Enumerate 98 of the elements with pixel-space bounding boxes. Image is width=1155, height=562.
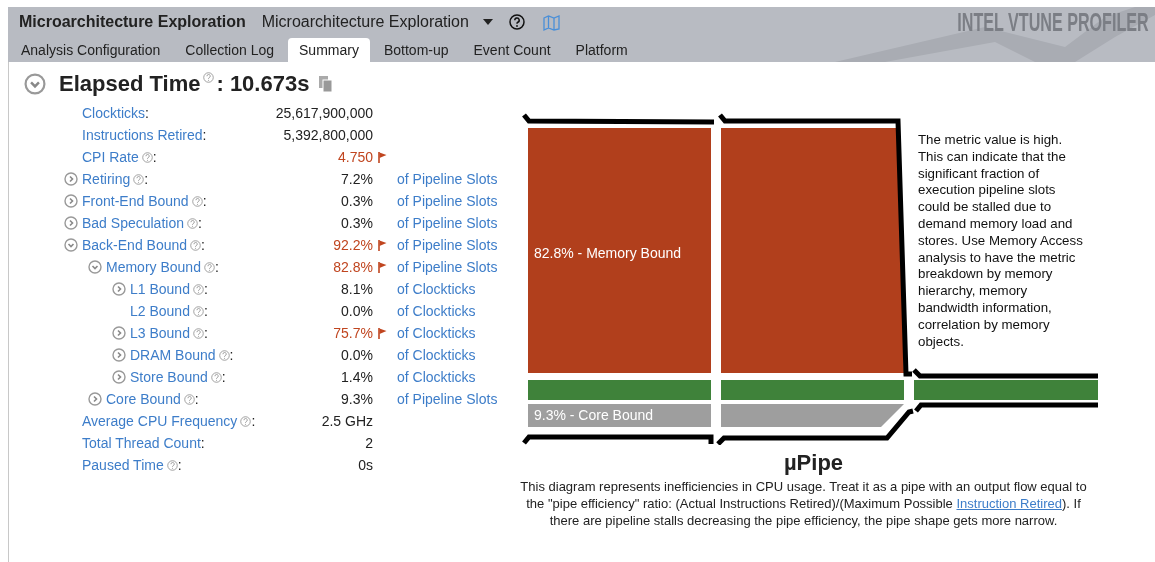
instruction-retired-link[interactable]: Instruction Retired: [956, 496, 1062, 511]
metric-link[interactable]: Core Bound: [106, 391, 181, 407]
metric-link[interactable]: Retiring: [82, 171, 131, 187]
metric-value: 2: [364, 435, 373, 451]
tooltip-text: The metric value is high. This can indicate that the significant fraction of execution pipeline slots could be stalled due to demand memory load and stores. Use Memory Access analysis to have the metric breakdown by memory hierarchy, memory bandwidth information, correlation by memory objects.: [918, 132, 1084, 351]
tab[interactable]: Summary: [288, 38, 370, 62]
metric-value: 75.7%: [332, 325, 373, 341]
colon: :: [152, 149, 157, 165]
metric-link[interactable]: L1 Bound: [130, 281, 190, 297]
metric-value: 1.4%: [340, 369, 373, 385]
tab[interactable]: Event Count: [462, 38, 562, 62]
expand-toggle-icon[interactable]: [112, 348, 126, 362]
expand-toggle-icon[interactable]: [64, 194, 78, 208]
metric-value: 25,617,900,000: [274, 105, 373, 121]
metric-link[interactable]: Clockticks: [82, 105, 145, 121]
metric-link[interactable]: L3 Bound: [130, 325, 190, 341]
colon: :: [201, 237, 205, 253]
colon: :: [200, 435, 205, 451]
metric-link[interactable]: Front-End Bound: [82, 193, 189, 209]
metric-value: 92.2%: [332, 237, 373, 253]
metric-value: 0.0%: [340, 303, 373, 319]
metric-link[interactable]: L2 Bound: [130, 303, 190, 319]
tab[interactable]: Collection Log: [174, 38, 286, 62]
metric-link[interactable]: Instructions Retired: [82, 127, 203, 143]
flag-icon: [378, 327, 387, 339]
metric-value: 2.5 GHz: [320, 413, 373, 429]
colon: :: [221, 369, 226, 385]
colon: :: [251, 413, 256, 429]
metric-link[interactable]: Bad Speculation: [82, 215, 184, 231]
segment-label: 9.3% - Core Bound: [534, 407, 654, 423]
tab[interactable]: Platform: [564, 38, 639, 62]
colon: :: [197, 215, 202, 231]
unit-link[interactable]: of Clockticks: [397, 347, 476, 363]
colon: :: [229, 347, 234, 363]
expand-toggle-icon[interactable]: [64, 216, 78, 230]
unit-link[interactable]: of Pipeline Slots: [397, 171, 498, 187]
unit-link[interactable]: of Clockticks: [397, 325, 476, 341]
colon: :: [203, 303, 208, 319]
flag-icon: [378, 151, 387, 163]
unit-link[interactable]: of Clockticks: [397, 303, 476, 319]
colon: :: [202, 127, 207, 143]
map-icon[interactable]: [542, 13, 560, 31]
metric-link[interactable]: CPI Rate: [82, 149, 139, 165]
metric-value: 9.3%: [340, 391, 373, 407]
colon: :: [203, 325, 208, 341]
expand-toggle-icon[interactable]: [112, 326, 126, 340]
flag-icon: [378, 261, 387, 273]
caret-icon[interactable]: [482, 19, 493, 25]
diagram-title: µPipe: [782, 450, 845, 476]
unit-link[interactable]: of Pipeline Slots: [397, 237, 498, 253]
segment-label: 82.8% - Memory Bound: [534, 245, 682, 261]
metric-link[interactable]: Back-End Bound: [82, 237, 188, 253]
colon: :: [202, 193, 207, 209]
metric-link[interactable]: Paused Time: [82, 457, 164, 473]
metric-value: 0s: [357, 457, 373, 473]
expand-toggle-icon[interactable]: [88, 392, 102, 406]
metric-link[interactable]: Total Thread Count: [82, 435, 201, 451]
expand-toggle-icon[interactable]: [64, 172, 78, 186]
unit-link[interactable]: of Pipeline Slots: [397, 193, 498, 209]
expand-toggle-icon[interactable]: [112, 370, 126, 384]
metric-link[interactable]: DRAM Bound: [130, 347, 216, 363]
elapsed-time-value: : 10.673s: [216, 71, 310, 97]
metric-link[interactable]: Average CPU Frequency: [82, 413, 238, 429]
metric-link[interactable]: Memory Bound: [106, 259, 201, 275]
metric-value: 4.750: [336, 149, 373, 165]
colon: :: [145, 105, 149, 121]
diagram-caption: This diagram represents inefficiencies in CPU usage. Treat it as a pipe with an output flow equal to the "pipe efficiency" ratio: (Actual Instructions Retired)/(Maximum Possible Instruction Retired). If there are pipeline stalls decreasing the pipe efficiency, the pipe shape gets more narrow.: [519, 478, 1088, 529]
flag-icon: [378, 239, 387, 251]
collapse-toggle-icon[interactable]: [24, 73, 46, 95]
colon: :: [194, 391, 199, 407]
collapse-toggle-icon[interactable]: [64, 238, 78, 252]
metric-value: 0.0%: [340, 347, 373, 363]
colon: :: [214, 259, 219, 275]
unit-link[interactable]: of Clockticks: [397, 281, 476, 297]
metric-value: 7.2%: [340, 171, 373, 187]
metric-value: 82.8%: [332, 259, 373, 275]
tab[interactable]: Analysis Configuration: [10, 38, 172, 62]
unit-link[interactable]: of Pipeline Slots: [397, 259, 498, 275]
colon: :: [177, 457, 182, 473]
unit-link[interactable]: of Pipeline Slots: [397, 215, 498, 231]
unit-link[interactable]: of Pipeline Slots: [397, 391, 498, 407]
section-title: Elapsed Time: [59, 71, 201, 97]
metric-value: 0.3%: [340, 215, 373, 231]
metric-value: 8.1%: [340, 281, 373, 297]
metric-value: 0.3%: [340, 193, 373, 209]
expand-toggle-icon[interactable]: [112, 282, 126, 296]
app-title: Microarchitecture Exploration: [19, 13, 246, 31]
metric-link[interactable]: Store Bound: [130, 369, 208, 385]
help-icon[interactable]: [508, 14, 525, 30]
collapse-toggle-icon[interactable]: [88, 260, 102, 274]
colon: :: [144, 171, 149, 187]
colon: :: [203, 281, 208, 297]
metric-value: 5,392,800,000: [282, 127, 373, 143]
analysis-type-dropdown[interactable]: Microarchitecture Exploration: [261, 13, 469, 31]
copy-icon[interactable]: [319, 75, 334, 93]
brand-logo: INTEL VTUNE PROFILER: [957, 7, 1149, 38]
tab[interactable]: Bottom-up: [372, 38, 460, 62]
unit-link[interactable]: of Clockticks: [397, 369, 476, 385]
